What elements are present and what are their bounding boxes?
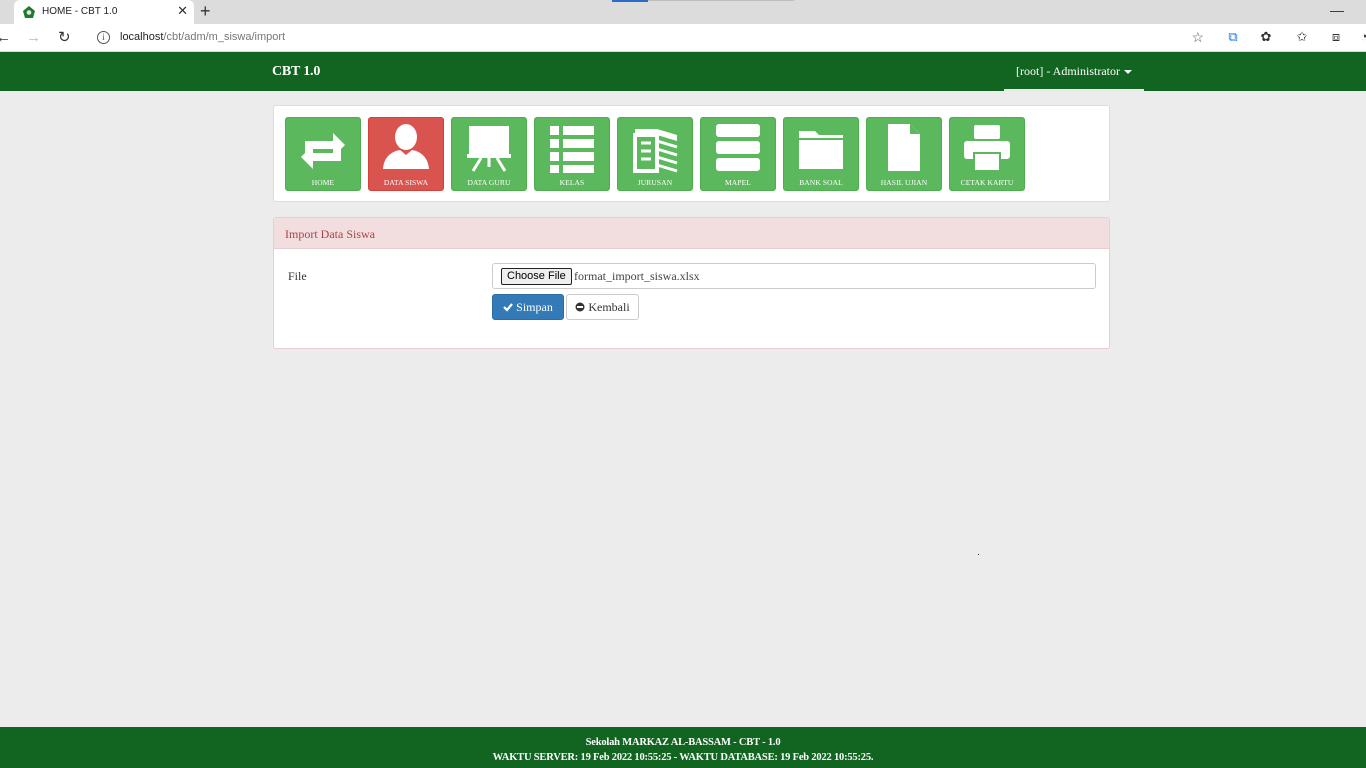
tab-close-icon[interactable]: ✕ xyxy=(177,3,188,19)
import-panel: Import Data Siswa File Choose File forma… xyxy=(273,217,1110,349)
menu-label-cetak-kartu: CETAK KARTU xyxy=(960,178,1014,187)
tasks-icon xyxy=(716,124,760,171)
menu-tile-data-guru[interactable]: DATA GURU xyxy=(451,117,527,191)
stray-dot xyxy=(978,554,979,555)
menu-tile-cetak-kartu[interactable]: CETAK KARTU xyxy=(949,117,1025,191)
file-label: File xyxy=(288,269,307,283)
menu-label-hasil-ujian: HASIL UJIAN xyxy=(880,178,928,187)
minus-circle-icon xyxy=(575,302,585,312)
menu-label-kelas: KELAS xyxy=(559,178,585,187)
app-navbar: CBT 1.0 [root] - Administrator xyxy=(0,52,1366,91)
refresh-icon xyxy=(301,133,345,169)
tab-title: HOME - CBT 1.0 xyxy=(42,6,118,17)
menu-label-jurusan: JURUSAN xyxy=(637,178,673,187)
url-text: localhost/cbt/adm/m_siswa/import xyxy=(120,31,285,43)
menu-tile-home[interactable]: HOME xyxy=(285,117,361,191)
menu-tile-hasil-ujian[interactable]: HASIL UJIAN xyxy=(866,117,942,191)
selected-file-name: format_import_siswa.xlsx xyxy=(574,269,700,283)
list-icon xyxy=(550,126,594,173)
collections-icon[interactable]: ⧉ xyxy=(1225,29,1241,45)
forward-icon[interactable]: → xyxy=(26,29,41,47)
folder-icon xyxy=(799,131,843,169)
back-button-label: Kembali xyxy=(588,300,630,314)
menu-tile-kelas[interactable]: KELAS xyxy=(534,117,610,191)
menu-label-home: HOME xyxy=(311,178,335,187)
menu-panel: HOME DATA SISWA DATA GURU KELAS JURUSAN … xyxy=(273,105,1110,202)
save-button-label: Simpan xyxy=(516,300,553,314)
url-path: /cbt/adm/m_siswa/import xyxy=(163,31,286,43)
brand-title[interactable]: CBT 1.0 xyxy=(272,64,320,80)
url-field[interactable]: i localhost/cbt/adm/m_siswa/import ☆ xyxy=(88,27,1212,49)
tabstrip-divider xyxy=(648,0,794,1)
file-icon xyxy=(888,124,920,171)
url-host: localhost xyxy=(120,31,164,43)
favorites-icon[interactable]: ✩ xyxy=(1294,29,1310,45)
save-button[interactable]: Simpan xyxy=(492,294,564,320)
blackboard-icon xyxy=(467,126,511,172)
footer-time: WAKTU SERVER: 19 Feb 2022 10:55:25 - WAK… xyxy=(492,752,874,763)
extensions-icon[interactable]: ✿ xyxy=(1258,29,1274,45)
panel-heading: Import Data Siswa xyxy=(274,218,1109,249)
user-icon xyxy=(383,124,429,169)
menu-tile-bank-soal[interactable]: BANK SOAL xyxy=(783,117,859,191)
favicon-icon xyxy=(23,6,35,18)
menu-label-mapel: MAPEL xyxy=(725,178,751,187)
browser-address-bar: ← → ↻ i localhost/cbt/adm/m_siswa/import… xyxy=(0,24,1366,52)
new-tab-icon[interactable]: + xyxy=(200,1,211,21)
menu-tile-mapel[interactable]: MAPEL xyxy=(700,117,776,191)
back-button[interactable]: Kembali xyxy=(566,294,639,320)
window-minimize-icon[interactable]: — xyxy=(1330,2,1344,18)
user-label: [root] - Administrator xyxy=(1016,64,1120,78)
menu-label-data-siswa: DATA SISWA xyxy=(383,178,429,187)
tabstrip-accent xyxy=(612,0,648,2)
print-icon xyxy=(964,125,1010,172)
menu-tile-jurusan[interactable]: JURUSAN xyxy=(617,117,693,191)
check-icon xyxy=(503,303,514,312)
file-input[interactable]: Choose File format_import_siswa.xlsx xyxy=(492,263,1096,289)
browser-tab-bar: HOME - CBT 1.0 ✕ + — xyxy=(0,0,1366,24)
menu-label-bank-soal: BANK SOAL xyxy=(799,178,843,187)
favorite-star-icon[interactable]: ☆ xyxy=(1191,29,1204,46)
back-icon[interactable]: ← xyxy=(0,29,11,47)
reload-icon[interactable]: ↻ xyxy=(58,29,71,47)
menu-label-data-guru: DATA GURU xyxy=(467,178,511,187)
caret-down-icon xyxy=(1123,70,1132,75)
book-icon xyxy=(633,129,678,173)
user-dropdown[interactable]: [root] - Administrator xyxy=(1004,52,1144,91)
browser-tab[interactable]: HOME - CBT 1.0 ✕ xyxy=(14,0,194,24)
profile-icon[interactable]: ◔ xyxy=(1356,29,1366,45)
footer: Sekolah MARKAZ AL-BASSAM - CBT - 1.0 WAK… xyxy=(0,727,1366,768)
choose-file-button[interactable]: Choose File xyxy=(501,268,572,285)
collections-stack-icon[interactable]: ⧈ xyxy=(1328,29,1344,45)
menu-tile-data-siswa[interactable]: DATA SISWA xyxy=(368,117,444,191)
site-info-icon[interactable]: i xyxy=(97,31,110,44)
footer-school: Sekolah MARKAZ AL-BASSAM - CBT - 1.0 xyxy=(585,737,781,748)
